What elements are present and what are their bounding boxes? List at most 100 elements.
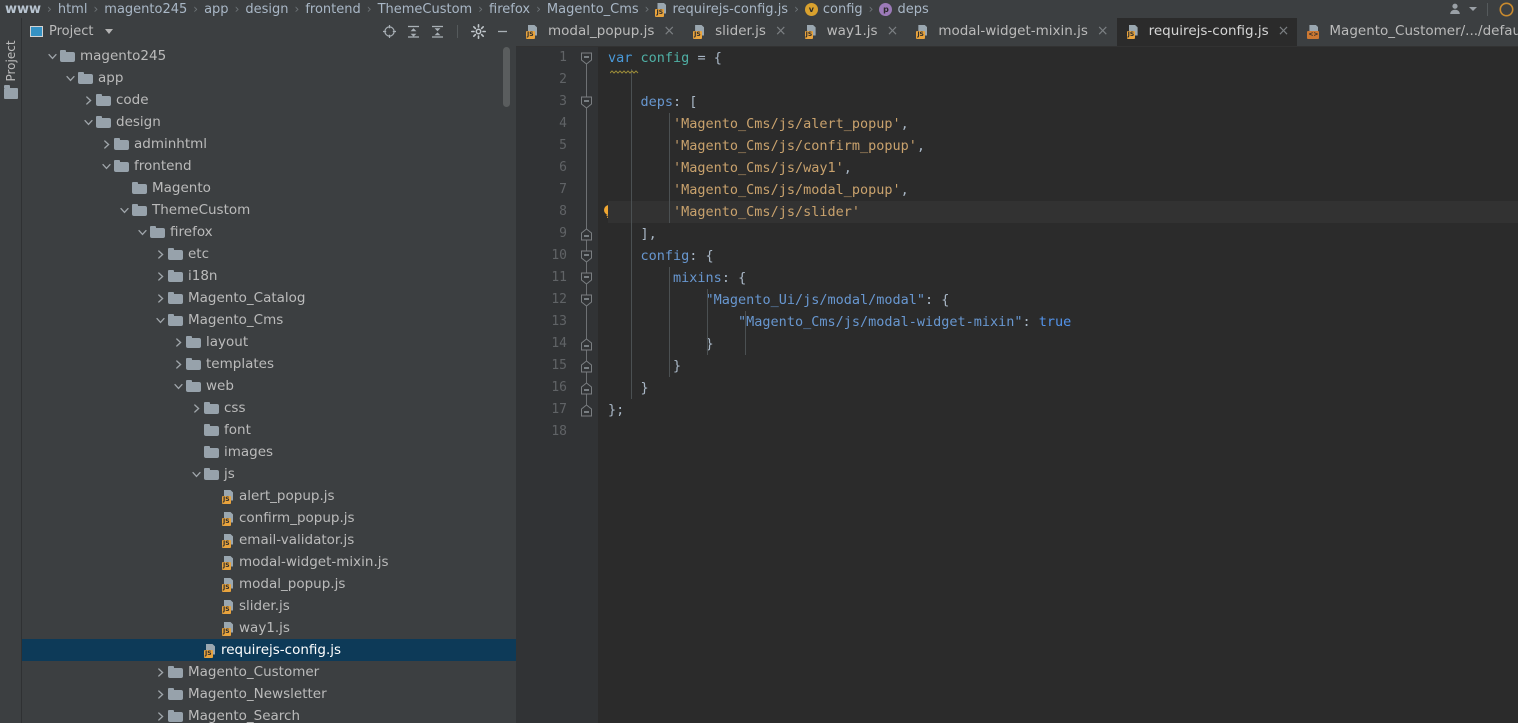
tree-row[interactable]: alert_popup.js <box>22 485 516 507</box>
code-line[interactable]: mixins: { <box>608 267 1518 289</box>
tree-row[interactable]: Magento_Catalog <box>22 287 516 309</box>
user-icon[interactable] <box>1445 1 1465 17</box>
code-line[interactable]: deps: [ <box>608 91 1518 113</box>
chevron-down-icon[interactable] <box>44 45 60 67</box>
tree-row[interactable]: firefox <box>22 221 516 243</box>
editor-tab[interactable]: slider.js × <box>683 18 795 46</box>
fold-expanded-icon[interactable] <box>580 96 593 109</box>
circle-icon[interactable] <box>1496 1 1516 17</box>
code-line[interactable]: }; <box>608 399 1518 421</box>
chevron-down-icon[interactable] <box>98 155 114 177</box>
project-tree[interactable]: magento245 app code design adminhtml frontend… <box>22 45 516 723</box>
fold-gutter[interactable] <box>576 47 614 723</box>
code-editor[interactable]: 1 2 3 4 5 6 7 8 9 10 11 12 13 14 15 16 17 18 var config =… <box>516 47 1518 723</box>
editor-tab[interactable]: requirejs-config.js × <box>1116 18 1298 46</box>
tree-row[interactable]: css <box>22 397 516 419</box>
collapse-all-icon[interactable] <box>427 24 447 40</box>
tree-row[interactable]: layout <box>22 331 516 353</box>
expand-all-icon[interactable] <box>403 24 423 40</box>
tree-row[interactable]: app <box>22 67 516 89</box>
close-icon[interactable]: × <box>1278 24 1290 38</box>
tree-row[interactable]: way1.js <box>22 617 516 639</box>
fold-collapsed-icon[interactable] <box>580 228 593 241</box>
chevron-right-icon[interactable] <box>152 661 168 683</box>
tree-row[interactable]: web <box>22 375 516 397</box>
chevron-right-icon[interactable] <box>170 353 186 375</box>
tree-row[interactable]: Magento_Newsletter <box>22 683 516 705</box>
chevron-right-icon[interactable] <box>152 265 168 287</box>
fold-expanded-icon[interactable] <box>580 250 593 263</box>
editor-tab[interactable]: way1.js × <box>794 18 907 46</box>
chevron-right-icon[interactable] <box>152 287 168 309</box>
chevron-down-icon[interactable] <box>62 67 78 89</box>
code-line[interactable]: var config = { <box>608 47 1518 69</box>
chevron-down-icon[interactable] <box>116 199 132 221</box>
locate-icon[interactable] <box>379 24 399 40</box>
editor-tab[interactable]: modal-widget-mixin.js × <box>906 18 1117 46</box>
tree-row[interactable]: Magento_Search <box>22 705 516 723</box>
chevron-right-icon[interactable] <box>98 133 114 155</box>
code-line[interactable]: 'Magento_Cms/js/alert_popup', <box>608 113 1518 135</box>
chevron-down-icon[interactable] <box>105 29 114 34</box>
tree-row[interactable]: js <box>22 463 516 485</box>
breadcrumb-item[interactable]: html <box>57 2 89 17</box>
code-line[interactable]: 'Magento_Cms/js/confirm_popup', <box>608 135 1518 157</box>
tree-row[interactable]: adminhtml <box>22 133 516 155</box>
breadcrumb-item[interactable]: app <box>203 2 229 17</box>
tree-row[interactable]: email-validator.js <box>22 529 516 551</box>
code-line[interactable]: ], <box>608 223 1518 245</box>
fold-expanded-icon[interactable] <box>580 52 593 65</box>
chevron-right-icon[interactable] <box>80 89 96 111</box>
code-line[interactable]: config: { <box>608 245 1518 267</box>
close-icon[interactable]: × <box>1097 24 1109 38</box>
fold-collapsed-icon[interactable] <box>580 382 593 395</box>
close-icon[interactable]: × <box>775 24 787 38</box>
tree-row[interactable]: templates <box>22 353 516 375</box>
chevron-down-icon[interactable] <box>188 463 204 485</box>
chevron-down-icon[interactable] <box>1467 1 1479 17</box>
code-line[interactable]: 'Magento_Cms/js/way1', <box>608 157 1518 179</box>
code-line[interactable]: 'Magento_Cms/js/slider' <box>608 201 1518 223</box>
breadcrumb-item[interactable]: frontend <box>304 2 361 17</box>
chevron-down-icon[interactable] <box>170 375 186 397</box>
chevron-down-icon[interactable] <box>152 309 168 331</box>
close-icon[interactable]: × <box>663 24 675 38</box>
breadcrumb-item[interactable]: www <box>4 2 42 17</box>
fold-collapsed-icon[interactable] <box>580 338 593 351</box>
chevron-right-icon[interactable] <box>170 331 186 353</box>
code-line[interactable]: 'Magento_Cms/js/modal_popup', <box>608 179 1518 201</box>
tree-row[interactable]: frontend <box>22 155 516 177</box>
code-line[interactable]: } <box>608 377 1518 399</box>
minimize-icon[interactable] <box>492 24 512 40</box>
breadcrumb-item[interactable]: requirejs-config.js <box>654 2 789 17</box>
breadcrumb-item[interactable]: ThemeCustom <box>377 2 474 17</box>
breadcrumb-item[interactable]: Magento_Cms <box>546 2 640 17</box>
tree-row[interactable]: Magento <box>22 177 516 199</box>
tree-row[interactable]: Magento_Customer <box>22 661 516 683</box>
breadcrumb-item[interactable]: v config <box>804 2 864 17</box>
chevron-down-icon[interactable] <box>134 221 150 243</box>
breadcrumb-item[interactable]: magento245 <box>103 2 188 17</box>
code-line[interactable]: "Magento_Ui/js/modal/modal": { <box>608 289 1518 311</box>
fold-expanded-icon[interactable] <box>580 272 593 285</box>
tree-row[interactable]: etc <box>22 243 516 265</box>
chevron-right-icon[interactable] <box>188 397 204 419</box>
breadcrumb-item[interactable]: design <box>244 2 289 17</box>
sidebar-item-project[interactable]: Project <box>4 31 18 91</box>
breadcrumb-item[interactable]: firefox <box>488 2 531 17</box>
code-line[interactable]: } <box>608 355 1518 377</box>
chevron-down-icon[interactable] <box>80 111 96 133</box>
code-line[interactable] <box>608 69 1518 91</box>
editor-tab[interactable]: modal_popup.js × <box>516 18 684 46</box>
code-line[interactable] <box>608 421 1518 443</box>
settings-gear-icon[interactable] <box>468 24 488 40</box>
breadcrumb-item[interactable]: p deps <box>878 2 929 17</box>
tree-row[interactable]: design <box>22 111 516 133</box>
panel-title-group[interactable]: Project <box>30 24 114 39</box>
code-content[interactable]: var config = { deps: [ 'Magento_Cms/js/a… <box>598 47 1518 723</box>
fold-collapsed-icon[interactable] <box>580 360 593 373</box>
tree-row[interactable]: modal-widget-mixin.js <box>22 551 516 573</box>
tree-row[interactable]: font <box>22 419 516 441</box>
tree-row[interactable]: images <box>22 441 516 463</box>
fold-expanded-icon[interactable] <box>580 294 593 307</box>
